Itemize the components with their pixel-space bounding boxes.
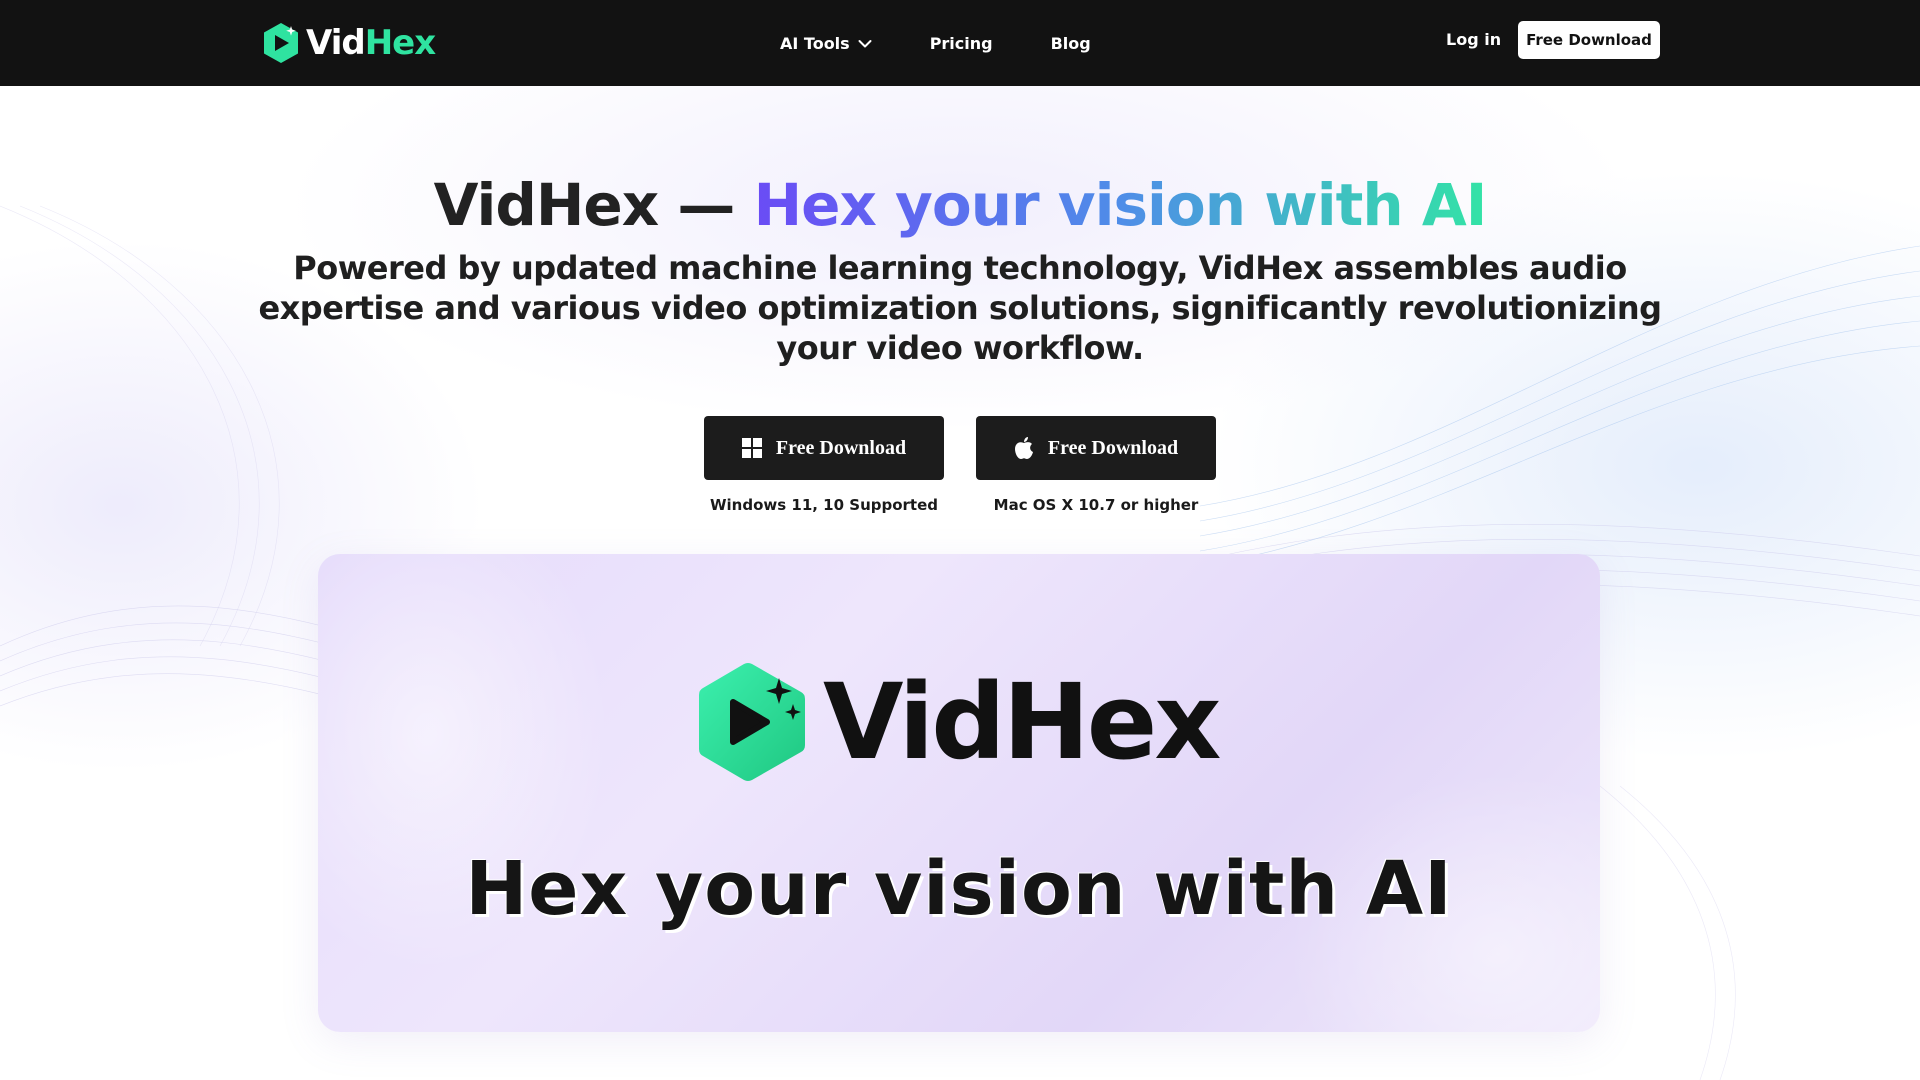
nav-item-label: Blog — [1050, 33, 1091, 53]
nav-item-ai-tools[interactable]: AI Tools — [780, 34, 872, 53]
nav-item-label: AI Tools — [780, 33, 850, 53]
showcase-logo-text: VidHex — [823, 661, 1221, 783]
hero-subtitle: Powered by updated machine learning tech… — [258, 249, 1662, 367]
download-button-label: Free Download — [1047, 436, 1179, 459]
vidhex-logo-icon — [264, 23, 298, 63]
showcase-tagline: Hex your vision with AI — [465, 846, 1453, 932]
login-link[interactable]: Log in — [1446, 30, 1501, 49]
hero-title: VidHex — Hex your vision with AI — [0, 170, 1920, 240]
brand-logo[interactable]: VidHex — [262, 21, 436, 65]
brand-logo-text: VidHex — [306, 23, 436, 63]
main-nav: AI Tools Pricing Blog — [780, 0, 1149, 86]
nav-free-download-button[interactable]: Free Download — [1518, 21, 1660, 59]
download-button-label: Free Download — [775, 436, 907, 459]
logo-text-vid: Vid — [306, 23, 366, 63]
chevron-down-icon — [858, 40, 872, 48]
mac-requirement-note: Mac OS X 10.7 or higher — [993, 496, 1199, 514]
top-navbar: VidHex AI Tools Pricing Blog Log in Free… — [0, 0, 1920, 86]
hero-title-gradient: Hex your vision with AI — [753, 171, 1488, 239]
vidhex-logo-icon — [699, 663, 805, 781]
logo-text-hex: Hex — [364, 23, 436, 63]
nav-item-pricing[interactable]: Pricing — [930, 34, 993, 53]
windows-download-group: Free Download Windows 11, 10 Supported — [704, 416, 944, 514]
nav-item-blog[interactable]: Blog — [1051, 34, 1091, 53]
nav-item-label: Pricing — [929, 33, 993, 53]
showcase-banner: VidHex Hex your vision with AI — [318, 554, 1600, 1032]
windows-download-button[interactable]: Free Download — [704, 416, 944, 480]
showcase-logo: VidHex — [693, 658, 1221, 786]
windows-icon — [741, 438, 762, 458]
apple-icon — [1014, 437, 1033, 459]
mac-download-button[interactable]: Free Download — [976, 416, 1216, 480]
mac-download-group: Free Download Mac OS X 10.7 or higher — [976, 416, 1216, 514]
hero-title-plain: VidHex — — [433, 171, 754, 239]
windows-requirement-note: Windows 11, 10 Supported — [709, 496, 939, 514]
